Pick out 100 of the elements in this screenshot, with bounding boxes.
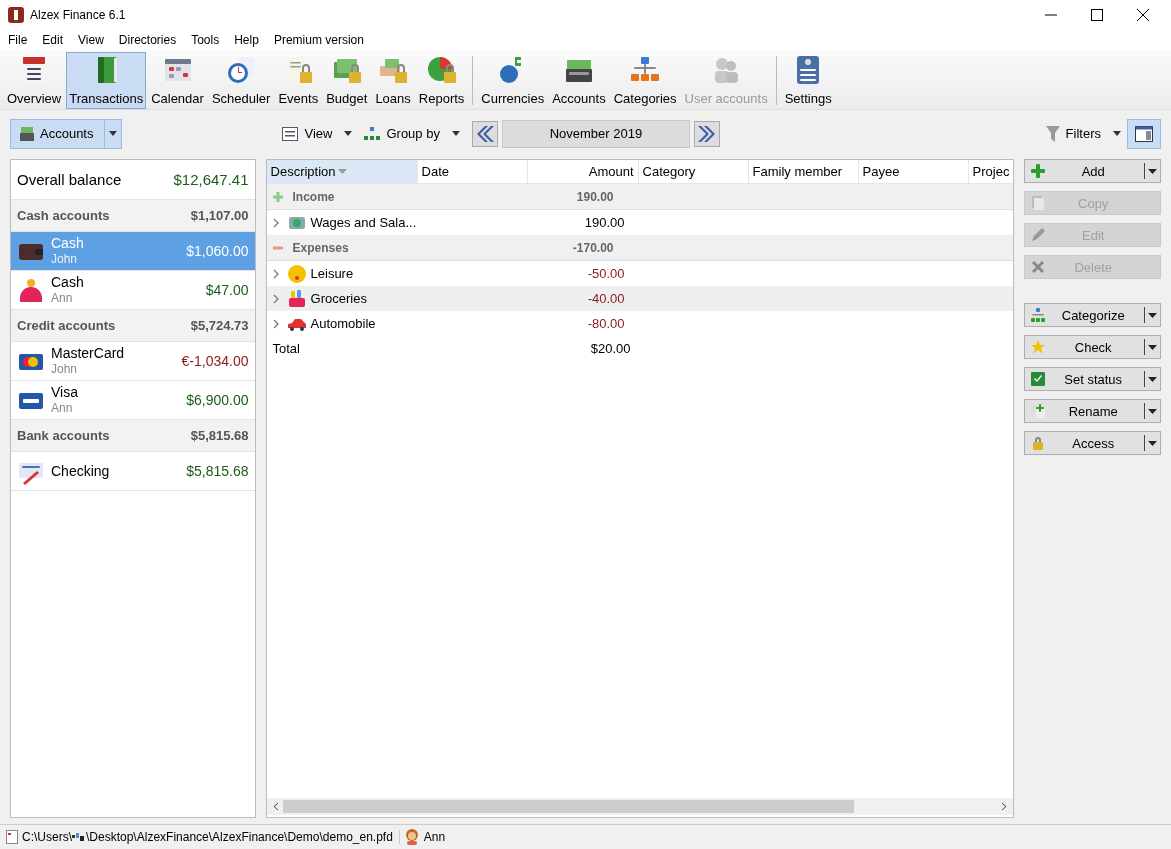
group-label: Income [292, 189, 336, 204]
column-header[interactable]: Date [417, 160, 528, 183]
toolbar-button[interactable]: Loans [372, 52, 414, 109]
account-owner: Ann [51, 400, 74, 416]
previous-button[interactable] [471, 120, 498, 147]
cross-icon [1030, 259, 1047, 275]
account-name: MasterCard [51, 345, 126, 361]
cash-register-icon [19, 125, 35, 142]
toolbar-button[interactable]: Accounts [549, 52, 609, 109]
smiley-icon [286, 263, 307, 284]
action-button[interactable]: Set status [1024, 367, 1161, 391]
account-owner: John [51, 361, 79, 377]
maximize-icon[interactable] [1091, 9, 1103, 21]
layout-toggle-button[interactable] [1127, 118, 1161, 149]
menu-item[interactable]: File [8, 33, 28, 47]
group-total: $5,815.68 [190, 428, 249, 443]
group-name: Cash accounts [17, 208, 110, 223]
expand-chevron-icon[interactable] [272, 268, 279, 279]
filters-button[interactable]: Filters [1045, 125, 1121, 142]
column-header[interactable]: Category [638, 160, 749, 183]
amount-cell-text: -80.00 [586, 316, 625, 331]
category-name: Wages and Sala... [310, 215, 418, 230]
hierarchy-icon [1030, 307, 1047, 323]
account-group-header[interactable]: Cash accounts $1,107.00 [11, 200, 255, 232]
toolbar-button[interactable]: Settings [781, 52, 835, 109]
accounts-button[interactable]: Accounts [10, 118, 123, 149]
next-button[interactable] [693, 120, 720, 147]
caret-icon [344, 131, 353, 136]
action-button[interactable]: Categorize [1024, 303, 1161, 327]
account-owner: Ann [51, 290, 74, 306]
scroll-right-icon[interactable] [1001, 802, 1008, 811]
expand-chevron-icon[interactable] [272, 318, 279, 329]
toolbar-button[interactable]: Reports [415, 52, 468, 109]
column-header[interactable]: Description [266, 160, 418, 183]
pencil-icon [1030, 227, 1047, 243]
account-name: Checking [51, 463, 111, 479]
double-chevron-left-icon [475, 125, 494, 142]
panel-layout-icon [1135, 125, 1153, 142]
toolbar-button[interactable]: Transactions [66, 52, 147, 109]
account-group-header[interactable]: Credit accounts $5,724.73 [11, 310, 255, 342]
close-icon[interactable] [1137, 9, 1149, 21]
menu-item[interactable]: Directories [118, 33, 177, 47]
view-button[interactable]: View [282, 126, 353, 141]
group-by-button[interactable]: Group by [364, 126, 460, 141]
action-button[interactable]: Add [1024, 159, 1161, 183]
caret-icon [1148, 376, 1157, 382]
column-header[interactable]: Amount [527, 160, 639, 183]
category-name: Leisure [310, 266, 355, 281]
account-group-header[interactable]: Bank accounts $5,815.68 [11, 420, 255, 452]
sort-caret-icon [337, 169, 347, 174]
file-path: C:\Users\ \Desktop\AlzexFinance\AlzexFinance\Demo\demo_en.pfd [22, 830, 400, 844]
current-user[interactable]: Ann [403, 829, 446, 845]
period-field[interactable]: November 2019 [501, 119, 690, 148]
category-name: Automobile [310, 316, 377, 331]
action-button[interactable]: Access [1024, 431, 1161, 455]
toolbar-button[interactable]: Events [275, 52, 322, 109]
menu-item[interactable]: Tools [191, 33, 220, 47]
plus-icon [1030, 163, 1047, 179]
scroll-left-icon[interactable] [272, 802, 279, 811]
caret-icon [1148, 440, 1157, 446]
menu-item[interactable]: Help [234, 33, 259, 47]
toolbar-button[interactable]: Overview [4, 52, 65, 109]
account-owner: John [51, 251, 79, 267]
toolbar-button[interactable]: Calendar [148, 52, 207, 109]
account-item[interactable]: MasterCard John €-1,034.00 [11, 342, 255, 381]
amount-cell-text: 190.00 [583, 215, 625, 230]
file-icon [6, 830, 18, 844]
total-amount: $20.00 [589, 341, 631, 356]
group-name: Bank accounts [17, 428, 110, 443]
overall-balance-label: Overall balance [17, 171, 122, 188]
action-button[interactable]: Rename [1024, 399, 1161, 423]
scroll-thumb[interactable] [282, 800, 855, 813]
caret-icon [1148, 168, 1157, 174]
star-icon [1030, 339, 1047, 355]
column-header[interactable]: Family member [748, 160, 859, 183]
menu-item[interactable]: View [78, 33, 104, 47]
checkbox-icon [1030, 371, 1047, 387]
toolbar-button[interactable]: Budget [323, 52, 371, 109]
group-amount: 190.00 [575, 189, 614, 204]
toolbar-button[interactable]: Scheduler [208, 52, 274, 109]
horizontal-scrollbar[interactable] [266, 798, 1014, 815]
account-item[interactable]: Checking $5,815.68 [11, 452, 255, 491]
menu-item[interactable]: Edit [42, 33, 64, 47]
purse-icon [17, 276, 45, 304]
menu-item[interactable]: Premium version [273, 33, 364, 47]
account-balance: $6,900.00 [186, 392, 249, 408]
column-header[interactable]: Payee [858, 160, 969, 183]
total-label: Total [272, 341, 301, 356]
column-header[interactable]: Projec [968, 160, 1014, 183]
toolbar-button[interactable]: Categories [610, 52, 680, 109]
hierarchy-icon [364, 126, 381, 141]
toolbar-button[interactable]: Currencies [478, 52, 548, 109]
group-label: Expenses [292, 240, 350, 255]
person-icon [403, 829, 420, 845]
category-name: Groceries [310, 291, 368, 306]
action-button[interactable]: Check [1024, 335, 1161, 359]
double-chevron-right-icon [697, 125, 716, 142]
expand-chevron-icon[interactable] [272, 293, 279, 304]
expand-chevron-icon[interactable] [272, 217, 279, 228]
list-icon [282, 126, 299, 141]
